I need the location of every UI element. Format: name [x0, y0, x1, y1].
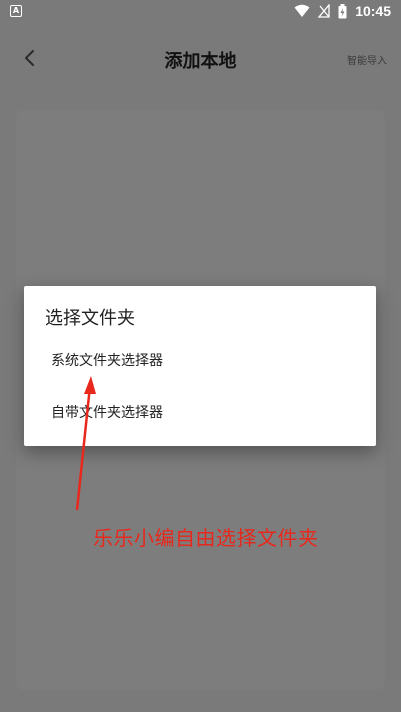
dialog-title: 选择文件夹 [45, 308, 135, 329]
status-icons: 10:45 [294, 3, 391, 19]
page-title: 添加本地 [164, 51, 237, 72]
wifi-icon [294, 4, 310, 17]
app-header: 添加本地 智能导入 [0, 34, 401, 82]
annotation-text: 乐乐小编自由选择文件夹 [93, 526, 319, 550]
smart-import-button[interactable]: 智能导入 [347, 52, 387, 67]
battery-charging-icon [338, 3, 347, 18]
option-label: 系统文件夹选择器 [51, 353, 163, 369]
status-bar: A 10:45 [0, 0, 401, 24]
no-signal-icon [318, 4, 330, 18]
notification-app-icon: A [10, 5, 22, 17]
status-time: 10:45 [355, 3, 391, 19]
annotation-arrow-icon [75, 376, 96, 511]
